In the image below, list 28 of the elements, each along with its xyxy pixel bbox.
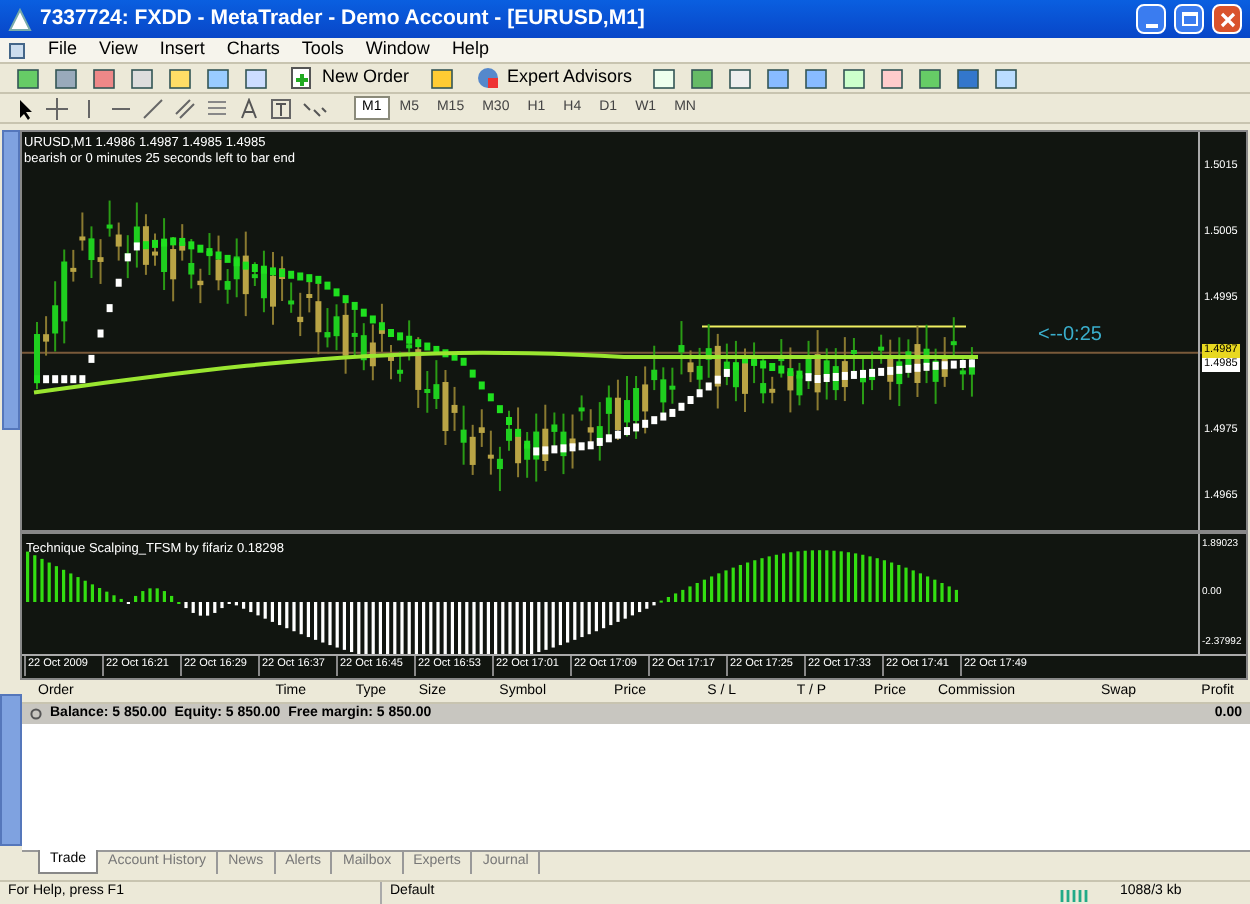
- text-label-icon[interactable]: [270, 97, 292, 119]
- expert-icon: [475, 66, 500, 90]
- text-icon[interactable]: [238, 97, 260, 119]
- close-button[interactable]: [1212, 4, 1242, 34]
- menu-item[interactable]: Help: [451, 36, 489, 64]
- menu-item[interactable]: Insert: [159, 36, 205, 64]
- channel-icon[interactable]: [174, 97, 196, 119]
- close-icon: [1219, 11, 1235, 27]
- maximize-button[interactable]: [1174, 4, 1204, 34]
- new-order-icon: [290, 66, 314, 90]
- menu-item[interactable]: File: [48, 36, 78, 64]
- trendline-icon[interactable]: [142, 97, 164, 119]
- new-order-button[interactable]: New Order: [282, 64, 418, 92]
- connection-icon: [1060, 885, 1092, 901]
- menu-item[interactable]: Tools: [301, 36, 344, 64]
- menu-item[interactable]: View: [99, 36, 138, 64]
- expert-advisors-button[interactable]: Expert Advisors: [467, 64, 641, 92]
- circle-icon: [30, 708, 42, 720]
- app-icon: [8, 7, 32, 31]
- countdown-label: <--0:25: [1038, 322, 1102, 350]
- menu-item[interactable]: Charts: [226, 36, 280, 64]
- fibonacci-icon[interactable]: [206, 97, 228, 119]
- document-icon: [8, 41, 26, 59]
- arrows-icon[interactable]: [302, 97, 328, 119]
- cursor-icon[interactable]: [16, 97, 36, 119]
- menu-item[interactable]: Window: [365, 36, 430, 64]
- minimize-button[interactable]: [1136, 4, 1166, 34]
- window-title: 7337724: FXDD - MetaTrader - Demo Account - [EURUSD,M1]: [40, 3, 645, 34]
